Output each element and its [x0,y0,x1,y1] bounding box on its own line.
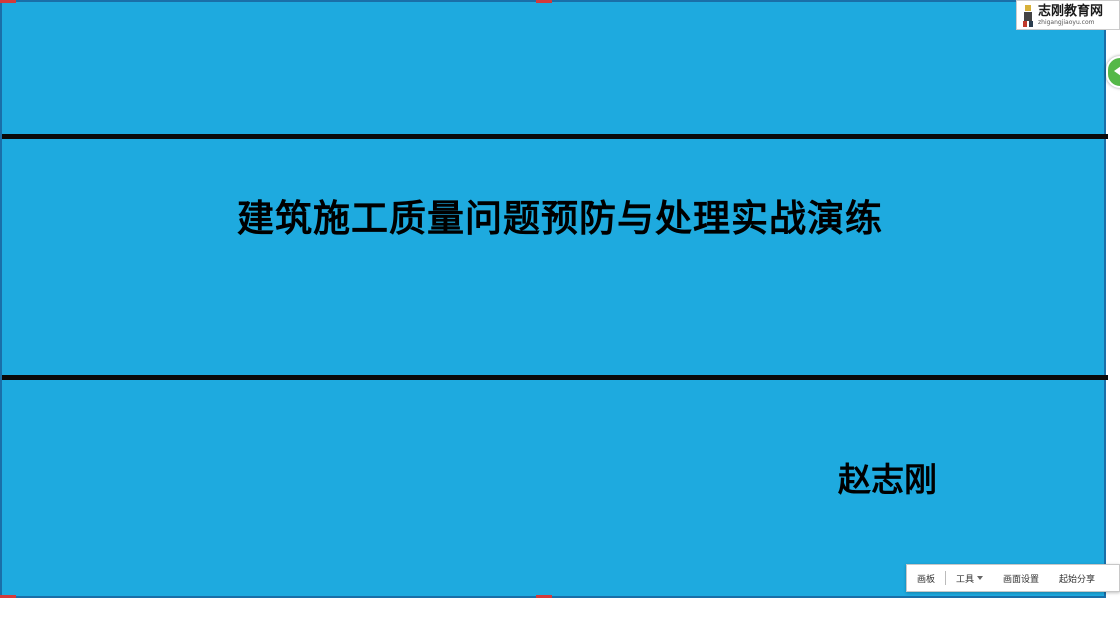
logo-name: 志刚教育网 [1038,3,1104,19]
site-logo: 志刚教育网 zhigangjiaoyu.com [1016,0,1120,30]
toolbar-item-board[interactable]: 画板 [907,572,945,585]
bottom-divider-line [2,375,1108,380]
toolbar-item-tools-label: 工具 [956,574,975,585]
toolbar-item-display-settings[interactable]: 画面设置 [993,572,1049,585]
logo-figure-icon [1023,5,1033,27]
toolbar-item-share[interactable]: 起始分享 [1049,572,1105,585]
screen: 建筑施工质量问题预防与处理实战演练 赵志刚 志刚教育网 zhigangjiaoy… [0,0,1120,630]
chevron-down-icon [977,576,984,580]
bottom-toolbar: 画板 工具 画面设置 起始分享 [906,564,1120,592]
side-collapse-button[interactable] [1106,56,1120,88]
corner-mark-top-center [536,0,552,3]
slide-author: 赵志刚 [838,460,937,499]
logo-url: zhigangjiaoyu.com [1038,18,1095,26]
top-divider-line [2,134,1108,139]
arrow-left-icon [1114,66,1120,76]
corner-mark-bottom-center [536,595,552,598]
corner-mark-top-left [0,0,16,3]
slide-title: 建筑施工质量问题预防与处理实战演练 [237,197,883,240]
corner-mark-bottom-left [0,595,16,598]
toolbar-item-tools[interactable]: 工具 [946,572,993,585]
presentation-slide [0,0,1108,598]
